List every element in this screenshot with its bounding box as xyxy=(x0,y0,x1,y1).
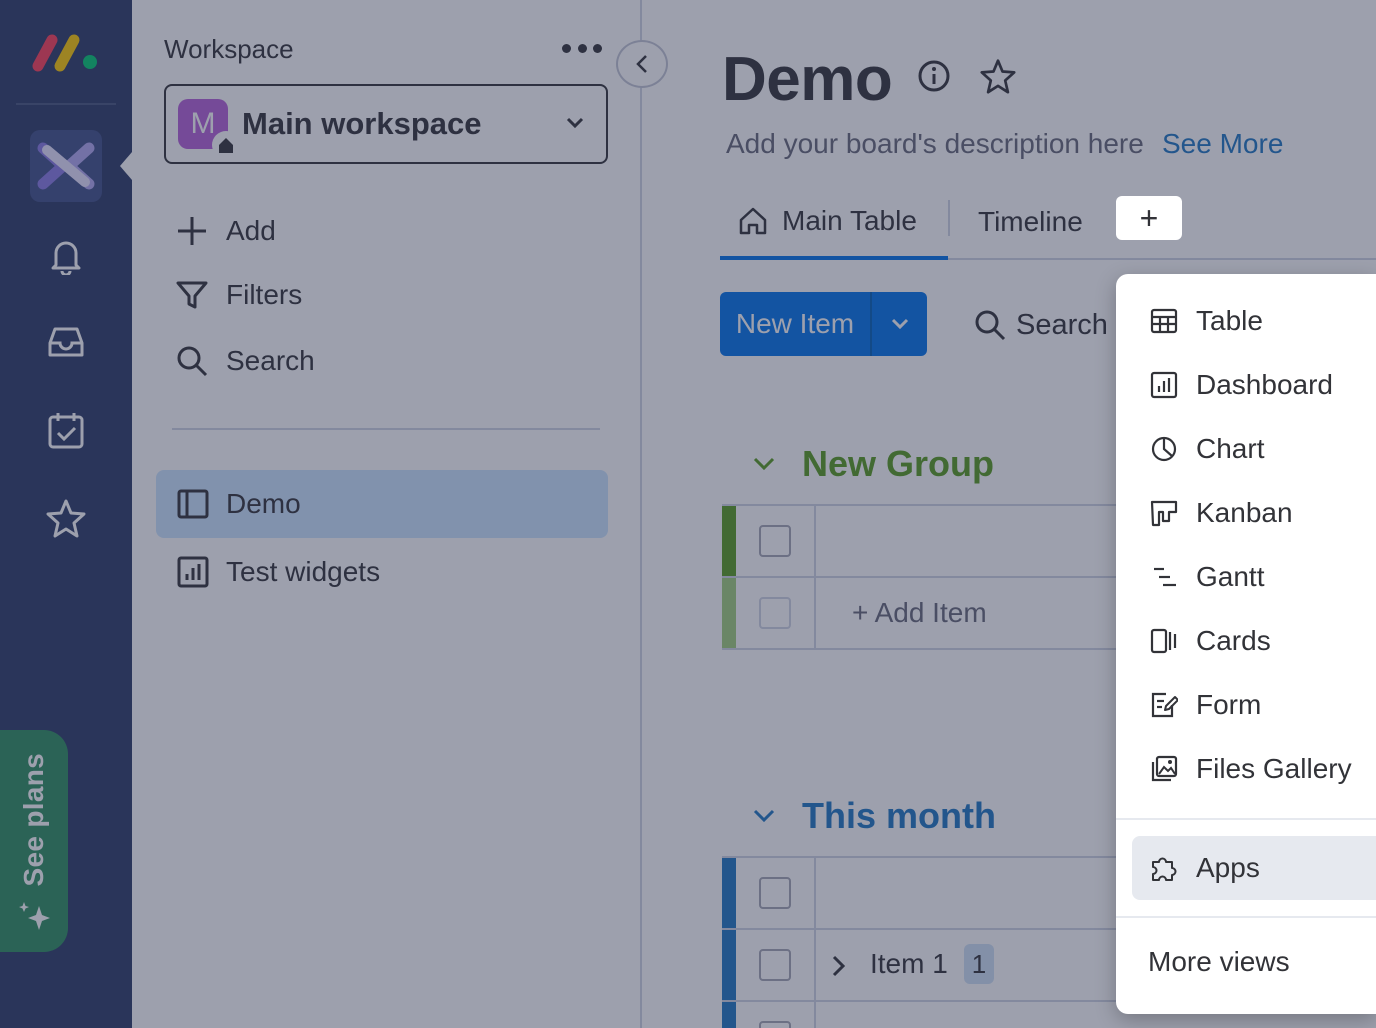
dashboard-icon xyxy=(1148,369,1180,401)
chart-icon xyxy=(1148,433,1180,465)
menu-item-cards[interactable]: Cards xyxy=(1132,609,1376,673)
menu-divider xyxy=(1116,916,1376,918)
add-view-button[interactable]: + xyxy=(1116,196,1182,240)
menu-item-kanban[interactable]: Kanban xyxy=(1132,481,1376,545)
menu-item-label: Table xyxy=(1196,305,1263,336)
menu-item-form[interactable]: Form xyxy=(1132,673,1376,737)
menu-item-gantt[interactable]: Gantt xyxy=(1132,545,1376,609)
menu-divider xyxy=(1116,818,1376,820)
puzzle-icon xyxy=(1148,852,1180,884)
plus-icon: + xyxy=(1139,200,1159,236)
menu-item-label: Apps xyxy=(1196,852,1260,883)
menu-item-label: Kanban xyxy=(1196,497,1293,528)
cards-icon xyxy=(1148,625,1180,657)
menu-item-dashboard[interactable]: Dashboard xyxy=(1132,353,1376,417)
gantt-icon xyxy=(1148,561,1180,593)
menu-item-label: Files Gallery xyxy=(1196,753,1352,784)
gallery-icon xyxy=(1148,753,1180,785)
more-views-button[interactable]: More views xyxy=(1148,946,1290,978)
menu-item-chart[interactable]: Chart xyxy=(1132,417,1376,481)
menu-item-label: Form xyxy=(1196,689,1262,720)
menu-item-apps[interactable]: Apps xyxy=(1132,836,1376,900)
table-icon xyxy=(1148,305,1180,337)
menu-item-label: Cards xyxy=(1196,625,1271,656)
form-icon xyxy=(1148,689,1180,721)
add-view-menu: Table Dashboard Chart Kanban Gantt Cards… xyxy=(1116,274,1376,1014)
menu-item-table[interactable]: Table xyxy=(1132,289,1376,353)
kanban-icon xyxy=(1148,497,1180,529)
menu-item-files-gallery[interactable]: Files Gallery xyxy=(1132,737,1376,801)
menu-item-label: Dashboard xyxy=(1196,369,1333,400)
menu-item-label: Chart xyxy=(1196,433,1265,464)
menu-item-label: Gantt xyxy=(1196,561,1265,592)
